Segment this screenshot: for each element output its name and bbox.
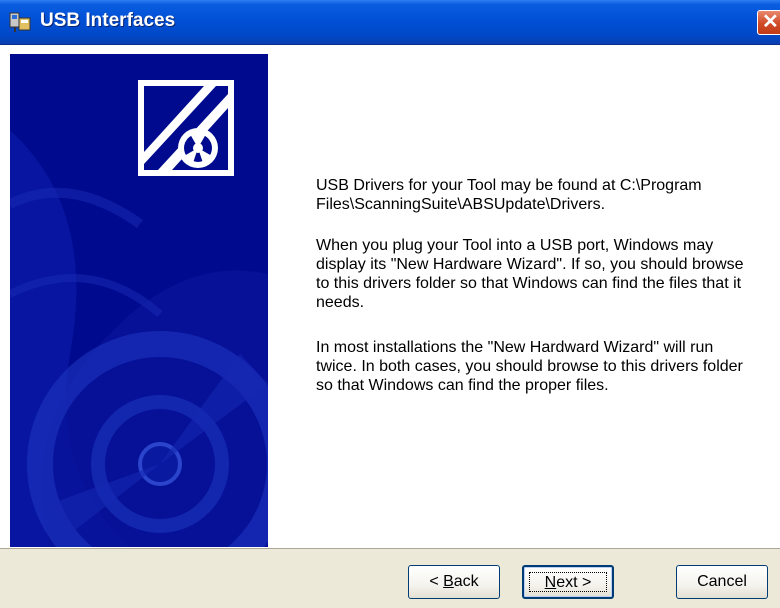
focus-rectangle <box>529 572 607 592</box>
usb-app-icon <box>9 12 31 32</box>
multiple-installations-text: In most installations the "New Hardward … <box>316 339 743 394</box>
title-bar[interactable]: USB Interfaces ✕ <box>0 0 780 45</box>
drivers-location-text: USB Drivers for your Tool may be found a… <box>316 177 702 213</box>
window-title: USB Interfaces <box>40 10 176 31</box>
back-button[interactable]: < Back <box>408 565 500 599</box>
close-button[interactable]: ✕ <box>757 10 780 35</box>
back-button-accelerator: B <box>443 573 454 590</box>
wizard-content: USB Drivers for your Tool may be found a… <box>268 54 774 547</box>
back-button-label: ack <box>453 573 479 590</box>
back-button-prefix: < <box>429 573 444 590</box>
wizard-button-bar: < Back Next > Cancel <box>0 548 780 608</box>
next-button[interactable]: Next > <box>522 565 614 599</box>
close-icon: ✕ <box>762 11 779 33</box>
scanning-suite-logo-icon <box>138 80 234 176</box>
cancel-button[interactable]: Cancel <box>676 565 768 599</box>
new-hardware-wizard-text: When you plug your Tool into a USB port,… <box>316 237 744 311</box>
wizard-side-graphic <box>10 54 268 547</box>
